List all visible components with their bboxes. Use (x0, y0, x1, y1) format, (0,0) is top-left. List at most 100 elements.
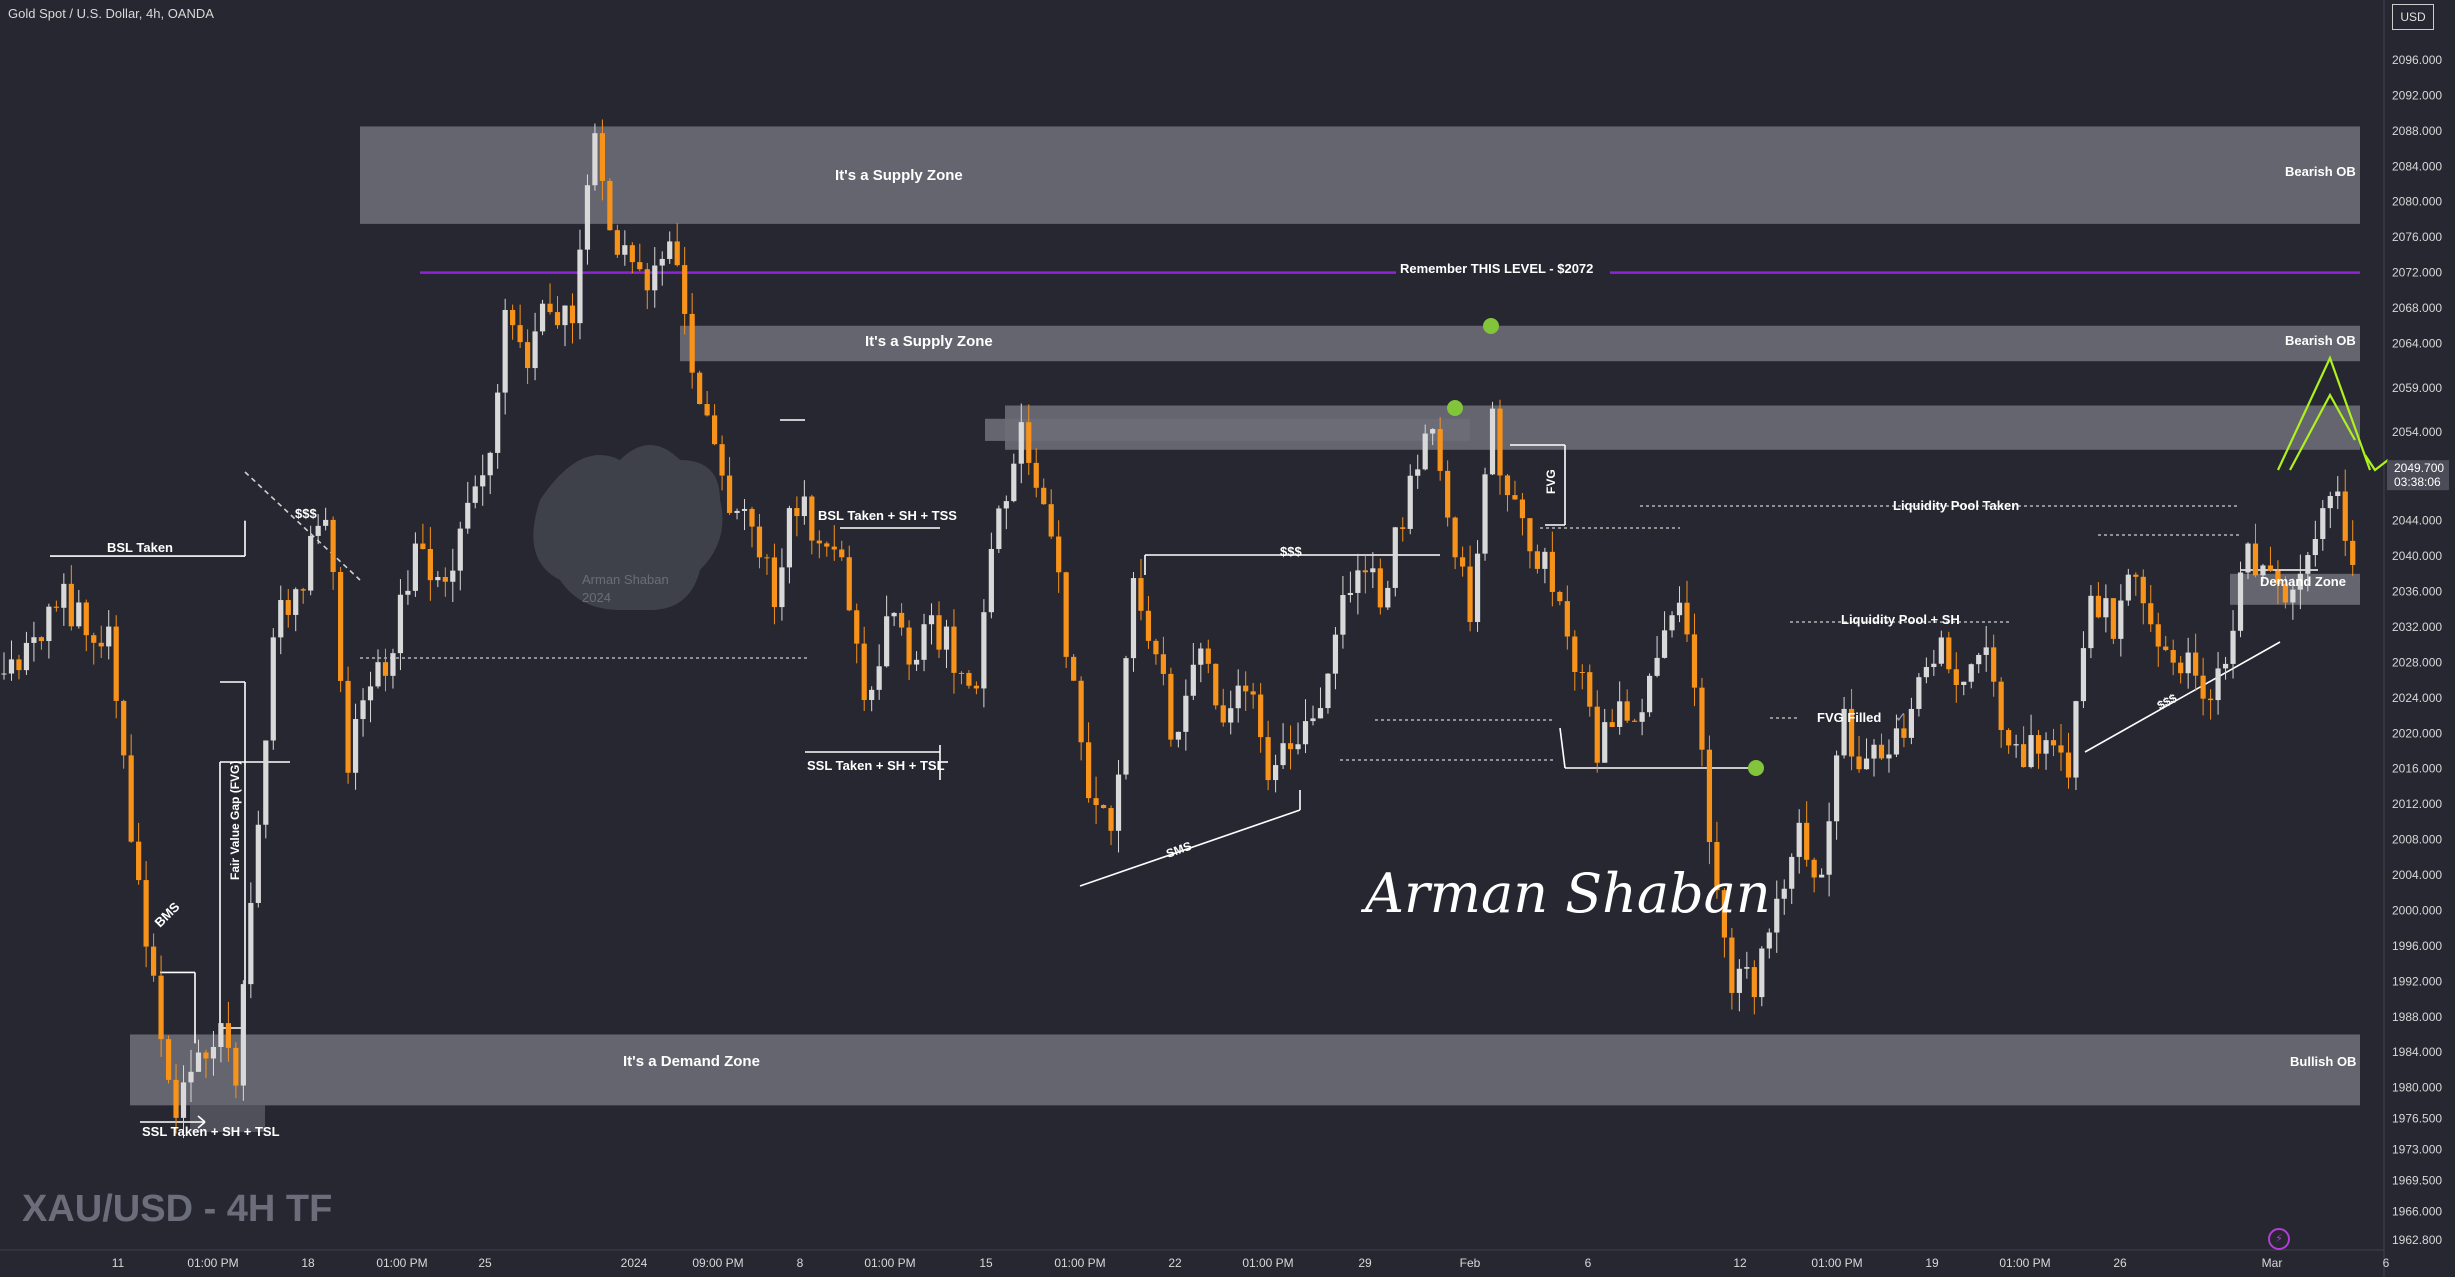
price-tick-label: 1969.500 (2392, 1174, 2442, 1188)
bullish-candle (1661, 630, 1668, 658)
bullish-candle (1123, 658, 1129, 775)
bullish-candle (1355, 570, 1361, 593)
bearish-candle (2267, 565, 2274, 571)
bearish-candle (689, 313, 695, 373)
bullish-candle (1617, 701, 1623, 727)
price-tick-label: 1973.000 (2392, 1143, 2442, 1157)
bearish-candle (839, 549, 845, 558)
bullish-candle (495, 392, 501, 453)
bullish-candle (61, 583, 67, 608)
bullish-candle (2290, 589, 2296, 603)
bullish-candle (1602, 722, 1608, 763)
price-tick-label: 2076.000 (2392, 230, 2442, 244)
bearish-candle (510, 309, 516, 326)
price-tick-label: 2068.000 (2392, 301, 2442, 315)
bullish-candle (293, 589, 299, 615)
price-tick-label: 1976.500 (2392, 1112, 2442, 1126)
bullish-candle (1415, 469, 1421, 476)
annotation-label: $$$ (1280, 544, 1302, 559)
bearish-candle (91, 635, 97, 643)
time-tick-label: 11 (112, 1256, 125, 1270)
bearish-candle (285, 600, 291, 615)
bullish-candle (2103, 598, 2109, 618)
time-tick-label: 01:00 PM (1811, 1256, 1862, 1270)
bullish-candle (23, 642, 30, 671)
bearish-candle (682, 265, 688, 314)
bearish-candle (1811, 859, 1817, 878)
bullish-candle (1430, 429, 1436, 434)
bearish-candle (173, 1079, 179, 1118)
bearish-candle (2155, 624, 2161, 647)
bullish-candle (2125, 574, 2131, 601)
bullish-candle (480, 475, 486, 487)
bearish-candle (300, 589, 306, 591)
bullish-candle (405, 590, 411, 595)
price-tick-label: 2024.000 (2392, 691, 2442, 705)
bullish-candle (1976, 654, 1982, 665)
bullish-candle (622, 245, 628, 255)
bullish-candle (2335, 491, 2341, 497)
annotation-label: Bearish OB (2285, 333, 2356, 348)
bearish-candle (1587, 672, 1593, 707)
bearish-candle (2252, 543, 2259, 576)
bullish-candle (2073, 701, 2079, 778)
bearish-candle (517, 325, 523, 343)
bullish-candle (1280, 743, 1286, 766)
bearish-candle (68, 583, 74, 627)
bullish-candle (921, 624, 927, 660)
bearish-candle (1684, 602, 1690, 635)
bullish-candle (472, 486, 478, 503)
bearish-candle (158, 975, 164, 1040)
bearish-candle (1632, 720, 1638, 722)
price-tick-label: 1996.000 (2392, 939, 2442, 953)
bearish-candle (1991, 647, 1997, 682)
annotation-label: Remember THIS LEVEL - $2072 (1400, 261, 1593, 276)
bearish-candle (2163, 646, 2169, 651)
bearish-candle (614, 230, 620, 255)
currency-button[interactable]: USD (2392, 4, 2434, 30)
bearish-candle (1878, 744, 1885, 759)
price-tick-label: 2008.000 (2392, 833, 2442, 847)
bearish-candle (113, 626, 119, 701)
bearish-candle (1856, 756, 1862, 770)
bullish-candle (188, 1071, 194, 1083)
bearish-candle (2065, 752, 2072, 778)
bearish-candle (1512, 495, 1518, 500)
bearish-candle (1078, 680, 1084, 743)
bearish-candle (1953, 669, 1959, 685)
bullish-candle (562, 305, 568, 326)
bearish-candle (1250, 691, 1256, 695)
bullish-candle (1310, 718, 1316, 722)
bearish-candle (2021, 744, 2027, 768)
bullish-candle (1474, 553, 1481, 623)
bearish-candle (2035, 735, 2042, 754)
bearish-candle (824, 543, 830, 547)
bullish-candle (1317, 708, 1324, 719)
bearish-candle (1579, 672, 1585, 674)
lightning-icon[interactable]: ⚡ (2268, 1228, 2290, 1250)
bearish-candle (121, 700, 127, 756)
bearish-candle (1497, 408, 1503, 476)
bearish-candle (1699, 687, 1705, 750)
bearish-candle (1056, 536, 1062, 573)
price-tick-label: 2059.000 (2392, 381, 2442, 395)
bullish-candle (1235, 685, 1241, 709)
watermark-name: Arman Shaban (582, 572, 669, 587)
bullish-candle (1003, 501, 1009, 509)
price-tick-label: 2092.000 (2392, 88, 2442, 102)
bearish-candle (1026, 422, 1032, 463)
bearish-candle (816, 540, 822, 544)
bearish-candle (382, 662, 389, 676)
bearish-candle (756, 526, 763, 558)
bearish-candle (1452, 517, 1458, 558)
bearish-candle (1564, 601, 1570, 637)
bullish-candle (1908, 708, 1914, 738)
bearish-candle (644, 269, 650, 291)
bullish-candle (2028, 735, 2034, 768)
annotation-label: Liquidity Pool Taken (1893, 498, 2019, 513)
price-chart[interactable]: Arman Shaban 2024 Arman Shaban It's a Suppl… (0, 0, 2455, 1277)
bearish-candle (569, 305, 576, 324)
annotation-label: Bullish OB (2290, 1054, 2356, 1069)
bullish-candle (248, 902, 254, 985)
bullish-candle (2305, 555, 2311, 574)
